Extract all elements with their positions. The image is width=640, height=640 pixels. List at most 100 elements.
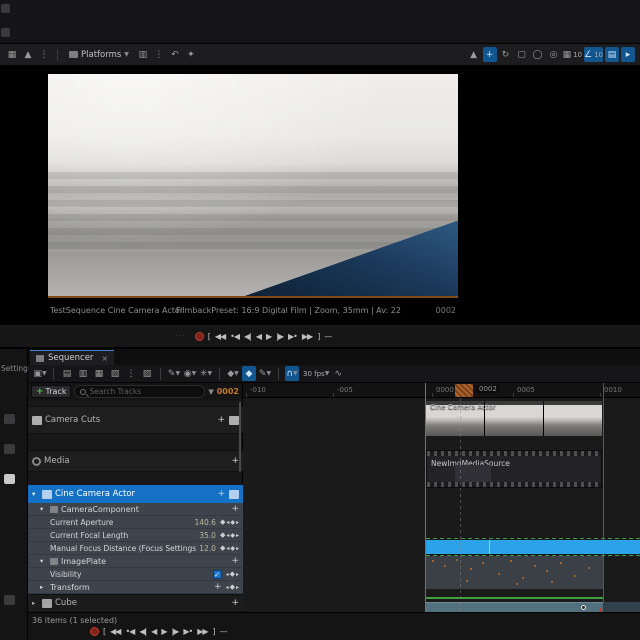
transport-button-0[interactable]: [: [207, 332, 211, 341]
tracks-scrollbar[interactable]: [239, 402, 241, 472]
focus-distance-value[interactable]: 12.0: [199, 544, 216, 553]
transport-button-9[interactable]: ]: [316, 332, 320, 341]
visibility-keyframe[interactable]: [581, 605, 586, 610]
track-visibility[interactable]: Visibility ✓ ◂ ◆ ▸: [28, 568, 243, 581]
media-section[interactable]: NewImgMediaSource: [426, 450, 602, 488]
dock-icon[interactable]: [4, 414, 15, 424]
keyframe-dot[interactable]: [510, 560, 512, 562]
settings-tab[interactable]: Settings: [1, 364, 28, 373]
import-icon[interactable]: ▲: [21, 47, 35, 62]
dock-icon[interactable]: [4, 444, 15, 454]
selected-track-section[interactable]: [426, 540, 640, 554]
playhead-line[interactable]: [460, 398, 461, 612]
slate-icon[interactable]: [4, 474, 15, 484]
keyframe-dot[interactable]: [432, 560, 434, 562]
rotate-tool[interactable]: ↻: [499, 47, 513, 62]
grid-snap[interactable]: ▦ 10: [563, 47, 582, 62]
visibility-checkbox[interactable]: ✓: [212, 569, 222, 579]
transport-button-10[interactable]: —: [219, 627, 228, 636]
keyframe-nav[interactable]: ◂ ◆ ▸: [226, 583, 239, 591]
shot-track-button[interactable]: ▥: [76, 366, 90, 381]
autokey-button[interactable]: ◆: [242, 366, 256, 381]
add-icon[interactable]: +: [231, 598, 239, 608]
camera-speed[interactable]: ▸: [621, 47, 635, 62]
track-current-aperture[interactable]: Current Aperture 140.6 ◆ ◂ ◆ ▸: [28, 516, 243, 529]
keyframe-dot[interactable]: [560, 562, 562, 564]
current-frame-field[interactable]: 0002: [217, 387, 239, 396]
aperture-value[interactable]: 140.6: [194, 518, 215, 527]
modes-icon[interactable]: ▦: [5, 47, 19, 62]
timeline-ruler[interactable]: -010 -005 0000 0005 0010: [243, 383, 640, 398]
tab-sequencer[interactable]: Sequencer ×: [30, 350, 115, 365]
expand-icon[interactable]: ▸: [32, 599, 39, 607]
curve-editor-button[interactable]: ∿: [331, 366, 345, 381]
expand-icon[interactable]: ▾: [40, 557, 47, 565]
transport-button-10[interactable]: —: [323, 332, 332, 341]
track-manual-focus-distance[interactable]: Manual Focus Distance (Focus Settings) 1…: [28, 542, 243, 555]
more-options-button[interactable]: ⋮: [124, 366, 138, 381]
keyframe-dot[interactable]: [456, 559, 458, 561]
keyframe-dot[interactable]: [534, 565, 536, 567]
transport-button-0[interactable]: [: [102, 627, 106, 636]
transport-button-3[interactable]: ◀|: [138, 627, 147, 636]
transport-button-7[interactable]: ▶•: [287, 332, 298, 341]
add-icon[interactable]: +: [217, 489, 225, 499]
keyframe-dot[interactable]: [444, 565, 446, 567]
snap-button[interactable]: ∩ ▼: [285, 366, 299, 381]
transport-button-1[interactable]: ◀◀: [109, 627, 121, 636]
transport-button-2[interactable]: •◀: [229, 332, 240, 341]
record-button[interactable]: [90, 626, 99, 636]
playhead-scrubber[interactable]: [455, 384, 473, 397]
transport-button-4[interactable]: ◀: [255, 332, 262, 341]
more-icon[interactable]: ⋮: [37, 47, 51, 62]
transport-button-1[interactable]: ◀◀: [214, 332, 226, 341]
clapper-button[interactable]: ▧: [108, 366, 122, 381]
add-icon[interactable]: +: [214, 582, 222, 592]
track-current-focal-length[interactable]: Current Focal Length 35.0 ◆ ◂ ◆ ▸: [28, 529, 243, 542]
create-camera-button[interactable]: ▤: [60, 366, 74, 381]
add-icon[interactable]: +: [231, 504, 239, 514]
move-tool[interactable]: +: [482, 47, 497, 62]
add-track-button[interactable]: + Track: [31, 385, 72, 398]
focal-length-value[interactable]: 35.0: [199, 531, 216, 540]
track-cube[interactable]: ▸ Cube +: [28, 594, 243, 611]
add-icon[interactable]: +: [231, 556, 239, 566]
keyframe-dot[interactable]: [498, 573, 500, 575]
track-transform[interactable]: ▸ Transform + ◂ ◆ ▸: [28, 581, 243, 594]
record-button[interactable]: [194, 331, 204, 341]
surface-snap[interactable]: ◎: [547, 47, 561, 62]
dock-icon[interactable]: [4, 595, 15, 605]
transport-button-7[interactable]: ▶•: [182, 627, 193, 636]
select-tool[interactable]: ▲: [467, 47, 481, 62]
keyframe-dot[interactable]: [588, 567, 590, 569]
save-button[interactable]: ▣ ▼: [33, 366, 47, 381]
transport-button-8[interactable]: ▶▶: [196, 627, 208, 636]
visibility-section[interactable]: [426, 602, 603, 612]
camera-component-sections[interactable]: [426, 556, 603, 589]
keyframe-nav[interactable]: ◆ ◂ ◆ ▸: [220, 531, 239, 539]
settings-icon[interactable]: ✦: [184, 47, 198, 62]
keyframe-dot[interactable]: [574, 575, 576, 577]
keyframe-dot[interactable]: [546, 570, 548, 572]
keyframe-nav[interactable]: ◂ ◆ ▸: [226, 570, 239, 578]
rotation-snap[interactable]: ∠ 10: [584, 47, 603, 62]
transport-button-2[interactable]: •◀: [124, 627, 135, 636]
transport-button-6[interactable]: |▶: [275, 332, 284, 341]
keyframe-dot[interactable]: [470, 568, 472, 570]
image-plate-section[interactable]: [426, 597, 603, 599]
search-input[interactable]: Search Tracks: [74, 385, 206, 398]
expand-icon[interactable]: ▾: [32, 490, 39, 498]
view-options-eye-button[interactable]: ◉ ▼: [183, 366, 197, 381]
track-media[interactable]: Media +: [28, 450, 243, 472]
add-icon[interactable]: +: [231, 456, 239, 466]
close-icon[interactable]: ×: [101, 354, 108, 363]
transport-button-3[interactable]: ◀|: [243, 332, 252, 341]
keyframe-nav[interactable]: ◆ ◂ ◆ ▸: [220, 544, 239, 552]
keyframe-dot[interactable]: [522, 577, 524, 579]
cinematic-viewport[interactable]: TestSequence Cine Camera Actor FilmbackP…: [0, 66, 640, 325]
expand-icon[interactable]: ▾: [40, 505, 47, 513]
transport-button-5[interactable]: ▶: [265, 332, 272, 341]
coord-system-globe[interactable]: ◯: [531, 47, 545, 62]
platforms-dropdown[interactable]: Platforms ▼: [64, 47, 134, 63]
keyframe-dot[interactable]: [551, 581, 553, 583]
